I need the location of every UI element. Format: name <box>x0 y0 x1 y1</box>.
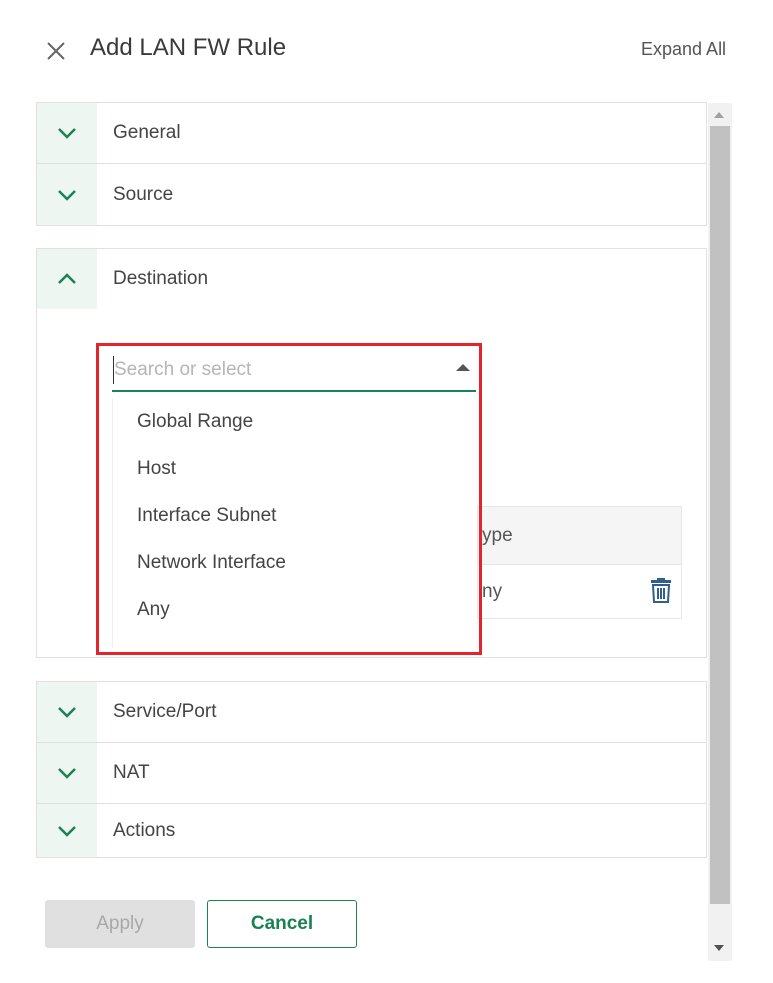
accordion-top-group: General Source <box>36 102 707 226</box>
section-source[interactable]: Source <box>37 164 706 225</box>
section-general[interactable]: General <box>37 103 706 164</box>
page-title: Add LAN FW Rule <box>90 34 287 61</box>
chevron-down-icon <box>37 103 97 163</box>
delete-row-button[interactable] <box>649 576 673 604</box>
table-header-type: ype <box>478 507 681 565</box>
add-lan-fw-rule-dialog: Add LAN FW Rule Expand All General Sourc… <box>0 0 773 983</box>
scroll-down-arrow-icon[interactable] <box>714 945 724 951</box>
section-label: General <box>113 122 181 143</box>
chevron-down-icon <box>37 804 97 857</box>
section-label: Source <box>113 183 174 205</box>
chevron-down-icon <box>37 682 97 742</box>
section-actions[interactable]: Actions <box>37 804 706 857</box>
highlight-frame <box>96 343 482 655</box>
section-nat[interactable]: NAT <box>37 743 706 804</box>
section-destination-header[interactable]: Destination <box>37 249 706 309</box>
close-icon <box>47 42 65 60</box>
cancel-button[interactable]: Cancel <box>207 900 357 948</box>
trash-icon <box>651 578 671 603</box>
accordion-bottom-group: Service/Port NAT Actions <box>36 681 707 858</box>
section-label: Destination <box>113 268 209 289</box>
destination-table: ype ny <box>477 506 682 619</box>
section-label: Service/Port <box>113 701 217 722</box>
section-service-port[interactable]: Service/Port <box>37 682 706 743</box>
chevron-up-icon <box>37 249 97 309</box>
apply-button[interactable]: Apply <box>45 900 195 948</box>
section-label: Actions <box>113 819 176 841</box>
expand-all-link[interactable]: Expand All <box>641 39 726 60</box>
chevron-down-icon <box>37 743 97 803</box>
chevron-down-icon <box>37 164 97 225</box>
section-label: NAT <box>113 762 150 783</box>
scrollbar-thumb[interactable] <box>710 126 730 904</box>
scroll-up-arrow-icon[interactable] <box>714 112 724 118</box>
close-button[interactable] <box>43 38 69 64</box>
